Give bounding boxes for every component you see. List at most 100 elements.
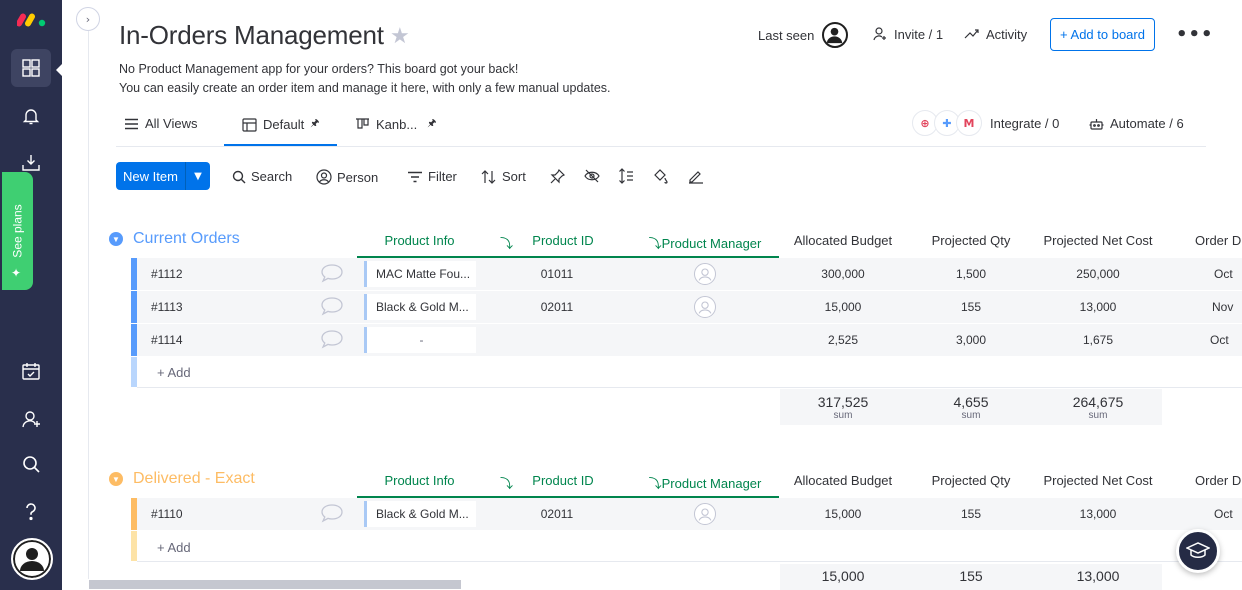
monday-logo-icon[interactable] [17,9,47,27]
item-name[interactable]: #1114 [151,333,183,347]
invite-members-icon[interactable] [11,400,51,438]
item-name[interactable]: #1110 [151,507,183,521]
automate-button[interactable]: Automate / 6 [1089,116,1184,131]
add-item-button[interactable]: + Add [157,365,191,380]
chevron-right-icon: › [85,12,91,26]
horizontal-scrollbar[interactable] [89,580,461,589]
menu-icon [125,118,138,129]
gmail-icon: M [956,110,982,136]
all-views-tab[interactable]: All Views [124,116,198,131]
tab-default[interactable]: Default 🖈 [242,116,319,133]
chat-bubble-icon[interactable] [320,263,344,283]
chat-bubble-icon[interactable] [320,296,344,316]
integration-icons[interactable]: ⊕ ✚ M [912,110,984,136]
person-placeholder-icon[interactable] [694,263,716,285]
product-id-cell[interactable]: 02011 [484,507,630,521]
column-header-product-manager[interactable]: ⤵Product Manager [632,473,778,492]
board-description[interactable]: No Product Management app for your order… [119,60,611,98]
hide-icon[interactable] [584,168,600,184]
product-info-cell[interactable]: Black & Gold M... [364,501,476,527]
projected-qty-cell[interactable]: 155 [908,507,1034,521]
column-header-product-id[interactable]: ⤵ Product ID [484,233,630,251]
order-date-cell[interactable]: Oct [1210,333,1229,347]
product-info-cell[interactable]: - [364,327,476,353]
pin-icon[interactable]: 🖈 [427,116,436,133]
filter-button[interactable]: Filter [407,169,457,184]
column-header-product-info[interactable]: Product Info [357,473,482,488]
item-name[interactable]: #1112 [151,267,183,281]
projected-net-cost-cell[interactable]: 13,000 [1035,507,1161,521]
order-date-cell[interactable]: Oct [1214,267,1233,281]
item-name[interactable]: #1113 [151,300,183,314]
allocated-budget-cell[interactable]: 2,525 [780,333,906,347]
more-options-icon[interactable]: ••• [1176,24,1214,45]
projected-qty-cell[interactable]: 3,000 [908,333,1034,347]
person-filter-button[interactable]: Person [316,169,378,185]
column-header-product-id[interactable]: ⤵ Product ID [484,473,630,491]
search-button[interactable]: Search [232,169,292,184]
sum-projected-qty: 4,655 [953,394,989,410]
chat-bubble-icon[interactable] [320,503,344,523]
add-to-board-button[interactable]: + Add to board [1050,18,1155,51]
allocated-budget-cell[interactable]: 300,000 [780,267,906,281]
person-placeholder-icon[interactable] [694,503,716,525]
invite-button[interactable]: Invite / 1 [872,26,943,42]
product-id-cell[interactable]: 02011 [484,300,630,314]
sort-button[interactable]: Sort [481,169,526,184]
allocated-budget-cell[interactable]: 15,000 [780,300,906,314]
color-fill-icon[interactable] [652,168,668,184]
favorite-star-icon[interactable]: ★ [390,24,410,49]
tab-kanban[interactable]: Kanb... 🖈 [355,116,436,133]
row-height-icon[interactable] [618,168,634,184]
collapse-sidebar-button[interactable]: › [76,7,100,31]
integrate-button[interactable]: Integrate / 0 [990,116,1059,131]
learn-center-button[interactable] [1176,529,1220,573]
column-header-product-manager[interactable]: ⤵Product Manager [632,233,778,252]
column-header-projected-qty[interactable]: Projected Qty [908,233,1034,248]
column-header-order-date[interactable]: Order D [1163,233,1242,248]
projected-net-cost-cell[interactable]: 1,675 [1035,333,1161,347]
group-title-delivered-exact[interactable]: ▼ Delivered - Exact [109,470,255,488]
search-icon[interactable] [11,445,51,483]
allocated-budget-cell[interactable]: 15,000 [780,507,906,521]
new-item-button[interactable]: New Item ▼ [116,162,210,190]
column-header-allocated-budget[interactable]: Allocated Budget [780,233,906,248]
projected-qty-cell[interactable]: 1,500 [908,267,1034,281]
product-id-cell[interactable]: 01011 [484,267,630,281]
column-header-product-info[interactable]: Product Info [357,233,482,248]
order-date-cell[interactable]: Oct [1214,507,1233,521]
workspaces-icon[interactable] [11,49,51,87]
help-icon[interactable] [11,492,51,530]
projected-net-cost-cell[interactable]: 250,000 [1035,267,1161,281]
user-avatar[interactable] [11,538,53,580]
projected-net-cost-cell[interactable]: 13,000 [1035,300,1161,314]
product-id-label: Product ID [532,473,594,488]
chevron-down-icon[interactable]: ▼ [109,232,123,246]
edit-icon[interactable] [688,168,704,184]
column-header-allocated-budget[interactable]: Allocated Budget [780,473,906,488]
order-date-cell[interactable]: Nov [1212,300,1233,314]
column-header-projected-net-cost[interactable]: Projected Net Cost [1035,233,1161,248]
column-header-projected-net-cost[interactable]: Projected Net Cost [1035,473,1161,488]
notifications-icon[interactable] [11,97,51,135]
board-title[interactable]: In-Orders Management [119,20,384,51]
person-placeholder-icon[interactable] [694,296,716,318]
product-info-cell[interactable]: Black & Gold M... [364,294,476,320]
new-item-label: New Item [116,162,186,190]
see-plans-button[interactable]: See plans ✦ [2,172,33,290]
chat-bubble-icon[interactable] [320,329,344,349]
pin-icon[interactable]: 🖈 [310,116,319,133]
product-info-cell[interactable]: MAC Matte Fou... [364,261,476,287]
last-seen[interactable]: Last seen [758,22,849,48]
pin-icon[interactable] [550,168,566,184]
projected-qty-cell[interactable]: 155 [908,300,1034,314]
last-seen-avatar [822,22,849,48]
group-title-current-orders[interactable]: ▼ Current Orders [109,230,240,248]
column-header-projected-qty[interactable]: Projected Qty [908,473,1034,488]
column-header-order-date[interactable]: Order D [1163,473,1242,488]
chevron-down-icon[interactable]: ▼ [186,162,210,190]
activity-button[interactable]: Activity [964,26,1027,42]
my-work-icon[interactable] [11,352,51,390]
add-item-button[interactable]: + Add [157,540,191,555]
chevron-down-icon[interactable]: ▼ [109,472,123,486]
